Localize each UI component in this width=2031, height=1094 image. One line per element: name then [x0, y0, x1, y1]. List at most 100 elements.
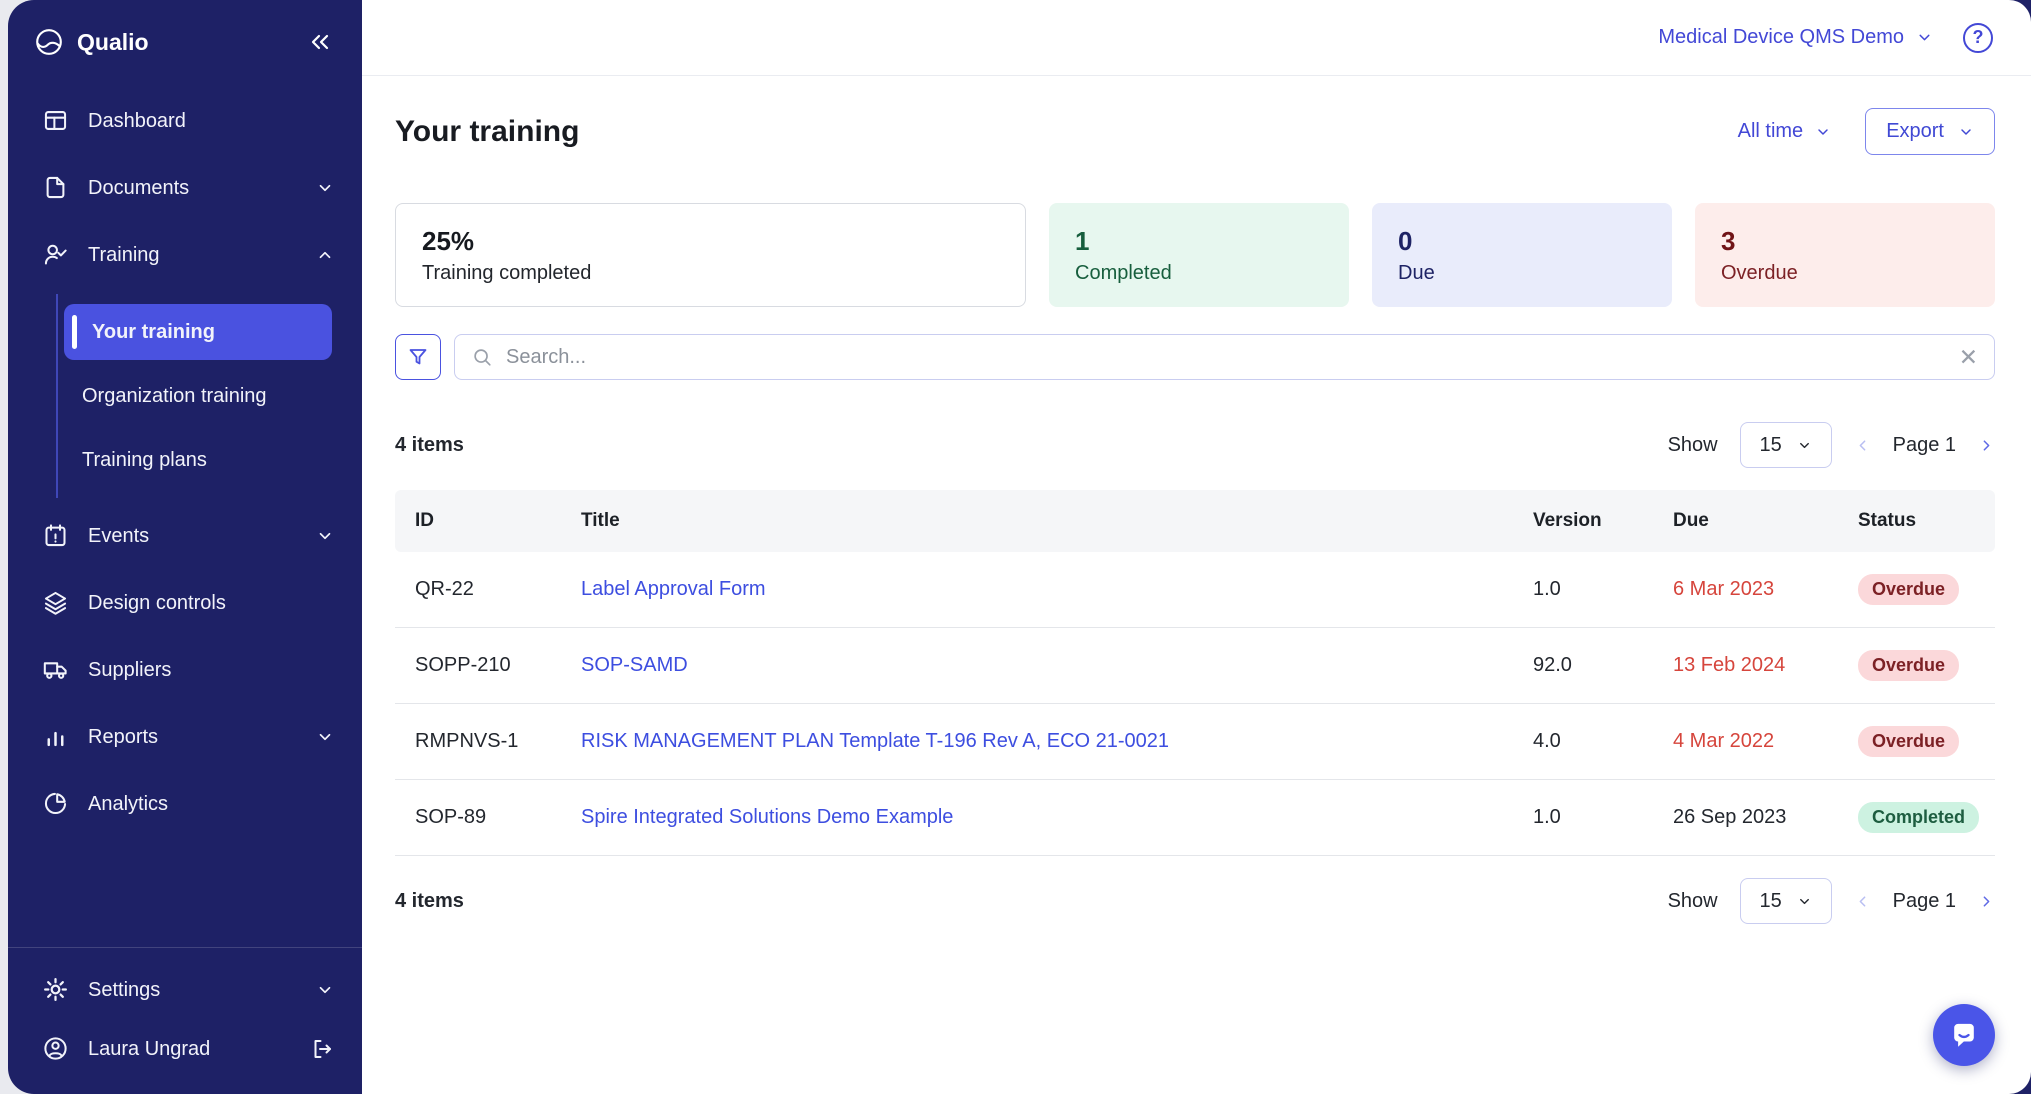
page-indicator: Page 1 — [1892, 433, 1956, 456]
sidebar-item-label: Events — [88, 524, 150, 547]
sidebar-item-organization-training[interactable]: Organization training — [64, 368, 332, 424]
sidebar-item-label: Suppliers — [88, 658, 172, 681]
row-due-cell: 13 Feb 2024 — [1656, 627, 1842, 704]
row-status-cell: Completed — [1841, 779, 1995, 856]
sidebar-nav: Dashboard Documents Training Your traini… — [8, 79, 362, 843]
help-icon[interactable]: ? — [1963, 22, 1993, 53]
table-row[interactable]: SOPP-210 SOP-SAMD 92.0 13 Feb 2024 Overd… — [395, 627, 1995, 704]
document-icon — [42, 174, 69, 201]
search-input[interactable] — [506, 345, 1946, 369]
sidebar-item-label: Design controls — [88, 591, 226, 614]
chat-bubble-icon — [1954, 1023, 1974, 1047]
stat-value: 3 — [1721, 226, 1736, 256]
org-name: Medical Device QMS Demo — [1658, 26, 1904, 48]
chevron-down-icon — [1818, 128, 1828, 135]
stat-label: Overdue — [1721, 262, 1798, 284]
sidebar-item-settings[interactable]: Settings — [20, 962, 350, 1017]
document-link[interactable]: Label Approval Form — [581, 578, 766, 600]
pager-bottom: Show 15 Page 1 — [1668, 878, 1995, 924]
items-count: 4 items — [395, 889, 464, 912]
row-version: 1.0 — [1516, 552, 1657, 628]
column-header-title: Title — [565, 490, 1517, 552]
row-version: 4.0 — [1516, 703, 1657, 780]
next-page-icon[interactable] — [1978, 893, 1995, 910]
sidebar-item-events[interactable]: Events — [20, 508, 350, 563]
logout-icon[interactable] — [310, 1037, 334, 1061]
calendar-alert-icon — [42, 522, 69, 549]
list-toolbar-top: 4 items Show 15 Page 1 — [395, 422, 1995, 468]
row-id: RMPNVS-1 — [395, 703, 565, 780]
truck-icon — [42, 656, 69, 683]
org-switcher[interactable]: Medical Device QMS Demo — [1658, 26, 1933, 49]
row-due-cell: 6 Mar 2023 — [1656, 552, 1842, 628]
sidebar-item-suppliers[interactable]: Suppliers — [20, 642, 350, 697]
column-header-due: Due — [1656, 490, 1842, 552]
row-title-cell: RISK MANAGEMENT PLAN Template T-196 Rev … — [565, 703, 1517, 780]
sidebar-item-design-controls[interactable]: Design controls — [20, 575, 350, 630]
row-version: 92.0 — [1516, 627, 1657, 704]
table-header-row: ID Title Version Due Status — [395, 490, 1995, 552]
row-due-cell: 26 Sep 2023 — [1656, 779, 1842, 856]
topbar: Medical Device QMS Demo ? — [362, 0, 2031, 76]
time-filter-dropdown[interactable]: All time — [1738, 120, 1832, 143]
sidebar-item-documents[interactable]: Documents — [20, 160, 350, 215]
page-size-value: 15 — [1759, 433, 1782, 456]
search-row: ✕ — [395, 334, 1995, 380]
next-page-icon[interactable] — [1978, 437, 1995, 454]
column-header-id: ID — [395, 490, 565, 552]
document-link[interactable]: Spire Integrated Solutions Demo Example — [581, 806, 953, 828]
page-size-select[interactable]: 15 — [1739, 878, 1832, 924]
row-title-cell: SOP-SAMD — [565, 627, 1517, 704]
status-badge: Overdue — [1857, 574, 1960, 605]
sidebar-item-your-training[interactable]: Your training — [64, 304, 332, 360]
previous-page-icon[interactable] — [1854, 893, 1871, 910]
chat-launcher-button[interactable] — [1933, 1004, 1995, 1066]
training-table: ID Title Version Due Status QR-22 Label … — [395, 490, 1995, 856]
chevron-down-icon — [1799, 442, 1809, 448]
sidebar-item-reports[interactable]: Reports — [20, 709, 350, 764]
clear-search-icon[interactable]: ✕ — [1959, 345, 1978, 369]
sidebar-item-analytics[interactable]: Analytics — [20, 776, 350, 831]
user-name-label: Laura Ungrad — [88, 1037, 211, 1060]
stats-row: 25% Training completed 1 Completed 0 Due… — [395, 203, 1995, 307]
time-filter-label: All time — [1737, 120, 1804, 142]
sidebar-collapse-icon[interactable] — [308, 30, 332, 54]
qualio-logo-icon — [34, 27, 64, 57]
sidebar-item-label: Dashboard — [88, 109, 186, 132]
training-subnav: Your training Organization training Trai… — [56, 294, 332, 498]
app-frame: Qualio Dashboard Documents Training Your… — [8, 0, 2031, 1094]
filter-button[interactable] — [395, 334, 441, 380]
chevron-down-icon — [316, 981, 334, 999]
viewport: Qualio Dashboard Documents Training Your… — [0, 0, 2031, 1094]
sidebar-item-label: Training — [88, 243, 160, 266]
previous-page-icon[interactable] — [1854, 437, 1871, 454]
qualio-logo[interactable]: Qualio — [34, 27, 149, 57]
table-row[interactable]: QR-22 Label Approval Form 1.0 6 Mar 2023… — [395, 552, 1995, 628]
pie-chart-icon — [42, 790, 69, 817]
sidebar-item-label: Settings — [88, 978, 161, 1001]
sidebar-item-label: Reports — [88, 725, 159, 748]
status-badge: Overdue — [1857, 650, 1960, 681]
due-date: 26 Sep 2023 — [1672, 806, 1787, 828]
export-button[interactable]: Export — [1865, 108, 1995, 155]
status-badge: Overdue — [1857, 726, 1960, 757]
stat-card-overdue: 3 Overdue — [1695, 203, 1995, 307]
user-circle-icon — [42, 1035, 69, 1062]
stat-label: Completed — [1075, 262, 1172, 284]
due-date: 13 Feb 2024 — [1672, 654, 1786, 676]
header-actions: All time Export — [1738, 108, 1995, 155]
chevron-down-icon — [316, 728, 334, 746]
sidebar-item-dashboard[interactable]: Dashboard — [20, 93, 350, 148]
document-link[interactable]: SOP-SAMD — [581, 654, 688, 676]
document-link[interactable]: RISK MANAGEMENT PLAN Template T-196 Rev … — [581, 730, 1169, 752]
sidebar-item-label: Organization training — [82, 385, 267, 407]
sidebar-item-training[interactable]: Training — [20, 227, 350, 282]
stat-card-completed: 1 Completed — [1049, 203, 1349, 307]
table-row[interactable]: SOP-89 Spire Integrated Solutions Demo E… — [395, 779, 1995, 856]
table-row[interactable]: RMPNVS-1 RISK MANAGEMENT PLAN Template T… — [395, 703, 1995, 780]
sidebar-bottom: Settings Laura Ungrad — [8, 947, 362, 1094]
main-panel: Medical Device QMS Demo ? Your training … — [362, 0, 2031, 1094]
sidebar-item-user[interactable]: Laura Ungrad — [20, 1021, 350, 1076]
sidebar-item-training-plans[interactable]: Training plans — [64, 432, 332, 488]
page-size-select[interactable]: 15 — [1739, 422, 1832, 468]
